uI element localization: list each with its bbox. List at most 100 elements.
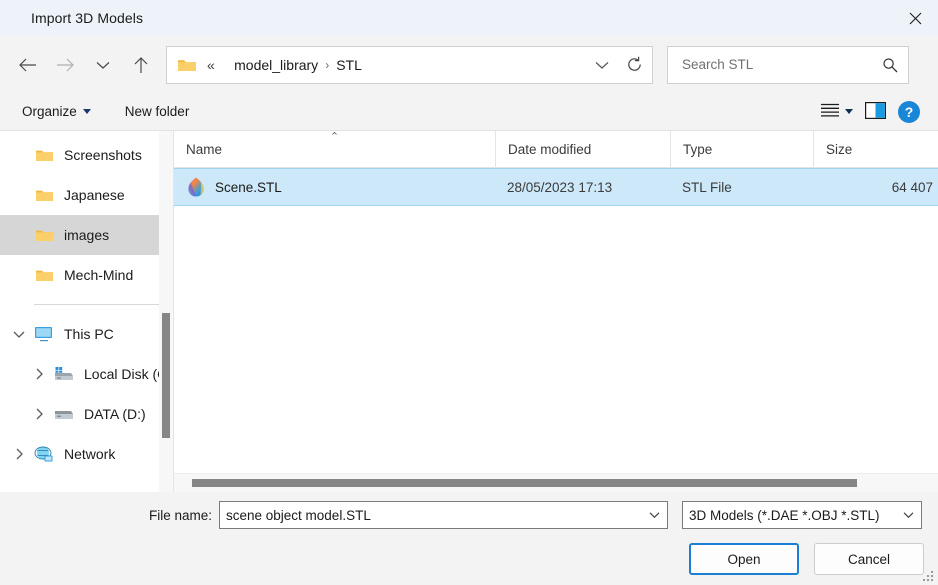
network-icon (32, 446, 56, 463)
sidebar-item-screenshots[interactable]: Screenshots (0, 135, 173, 175)
navigation-tree: Screenshots Japanese images Mech-Mind Th… (0, 131, 173, 474)
search-box[interactable] (667, 45, 909, 84)
sidebar-item-japanese[interactable]: Japanese (0, 175, 173, 215)
file-name-chevron-down-icon[interactable] (641, 502, 667, 528)
file-name-row: File name: 3D Models (*.DAE *.OBJ *.STL) (0, 492, 938, 529)
sidebar-item-label: Japanese (64, 187, 125, 203)
sidebar-item-label: DATA (D:) (84, 406, 146, 422)
dialog-body: Screenshots Japanese images Mech-Mind Th… (0, 131, 938, 492)
folder-icon (177, 57, 197, 73)
sidebar-scrollbar-thumb[interactable] (162, 313, 170, 438)
organize-button[interactable]: Organize (14, 100, 99, 123)
sidebar-divider (34, 304, 161, 305)
dialog-footer: File name: 3D Models (*.DAE *.OBJ *.STL) (0, 492, 938, 585)
file-name-input[interactable] (220, 507, 641, 523)
column-header-type[interactable]: Type (670, 131, 813, 167)
open-button[interactable]: Open (689, 543, 799, 575)
breadcrumb-item-model-library[interactable]: model_library (234, 57, 318, 73)
preview-pane-button[interactable] (859, 98, 892, 126)
search-icon[interactable] (880, 57, 900, 73)
breadcrumb-chevron-down-icon[interactable] (586, 48, 618, 82)
cancel-button[interactable]: Cancel (814, 543, 924, 575)
sidebar-item-label: Network (64, 446, 116, 462)
title-bar: Import 3D Models (0, 0, 938, 36)
list-view-icon (820, 103, 840, 120)
search-input[interactable] (680, 56, 880, 73)
file-list-pane: ⌃ Name Date modified Type Size Scene.STL… (173, 131, 938, 492)
close-icon[interactable] (892, 0, 938, 36)
help-icon: ? (898, 100, 920, 123)
preview-pane-icon (865, 101, 886, 122)
file-list-horizontal-scrollbar[interactable] (174, 473, 938, 492)
forward-icon[interactable] (46, 48, 84, 82)
sidebar-item-label: images (64, 227, 110, 243)
chevron-right-icon[interactable] (26, 368, 52, 380)
file-name-cell: Scene.STL (174, 176, 495, 198)
resize-grip[interactable] (923, 571, 935, 583)
window-title: Import 3D Models (31, 10, 144, 26)
sidebar-item-mech-mind[interactable]: Mech-Mind (0, 255, 173, 295)
sidebar-item-label: Mech-Mind (64, 267, 134, 283)
up-icon[interactable] (122, 48, 160, 82)
column-header-name[interactable]: ⌃ Name (174, 131, 495, 167)
file-type-chevron-down-icon[interactable] (895, 502, 921, 528)
navigation-bar: « model_library › STL (0, 36, 938, 93)
new-folder-label: New folder (124, 104, 190, 119)
drive-icon (52, 407, 76, 421)
breadcrumb[interactable]: « model_library › STL (166, 45, 653, 84)
folder-icon (32, 228, 56, 243)
system-drive-icon (52, 366, 76, 382)
chevron-right-icon[interactable] (6, 448, 32, 460)
file-date-cell: 28/05/2023 17:13 (507, 179, 613, 195)
sidebar-item-label: Screenshots (64, 147, 142, 163)
file-size-cell: 64 407 (891, 179, 933, 195)
folder-icon (32, 148, 56, 163)
breadcrumb-separator-0 (217, 58, 234, 72)
sidebar-item-label: This PC (64, 326, 114, 342)
file-list-rows: Scene.STL 28/05/2023 17:13 STL File 64 4… (174, 168, 938, 492)
sort-ascending-icon: ⌃ (329, 131, 340, 143)
command-bar: Organize New folder ? (0, 93, 938, 131)
file-name-label: Scene.STL (215, 179, 282, 195)
stl-file-icon (186, 176, 206, 198)
file-type-filter-combobox[interactable]: 3D Models (*.DAE *.OBJ *.STL) (682, 501, 922, 529)
file-name-label: File name: (148, 507, 212, 523)
table-row[interactable]: Scene.STL 28/05/2023 17:13 STL File 64 4… (174, 168, 938, 206)
monitor-icon (32, 326, 56, 342)
column-header-size[interactable]: Size (813, 131, 933, 167)
column-header-label: Type (683, 141, 713, 157)
breadcrumb-overflow[interactable]: « (205, 57, 217, 73)
organize-label: Organize (22, 104, 77, 119)
view-options-button[interactable] (814, 98, 859, 126)
sidebar-item-data-d[interactable]: DATA (D:) (0, 394, 173, 434)
sidebar-item-this-pc[interactable]: This PC (0, 314, 173, 354)
sidebar-item-images[interactable]: images (0, 215, 173, 255)
breadcrumb-item-stl[interactable]: STL (336, 57, 362, 73)
import-3d-models-dialog: Import 3D Models « model_library › STL S… (0, 0, 938, 585)
sidebar-item-local-disk-c[interactable]: Local Disk (C:) (0, 354, 173, 394)
chevron-down-icon[interactable] (6, 330, 32, 339)
folder-icon (32, 188, 56, 203)
column-header-label: Size (826, 141, 853, 157)
sidebar-vertical-scrollbar[interactable] (159, 131, 173, 492)
dialog-buttons: Open Cancel (0, 529, 938, 575)
breadcrumb-items: « model_library › STL (205, 57, 586, 73)
column-header-date-modified[interactable]: Date modified (495, 131, 670, 167)
breadcrumb-separator-1: › (325, 57, 330, 72)
folder-icon (32, 268, 56, 283)
file-name-combobox[interactable] (219, 501, 668, 529)
caret-down-icon (82, 109, 91, 114)
file-type-cell: STL File (682, 179, 732, 195)
column-header-label: Name (186, 141, 223, 157)
navigation-tree-pane: Screenshots Japanese images Mech-Mind Th… (0, 131, 173, 492)
new-folder-button[interactable]: New folder (117, 100, 198, 123)
view-caret-down-icon (845, 109, 853, 114)
recent-locations-chevron-down-icon[interactable] (84, 48, 122, 82)
sidebar-item-network[interactable]: Network (0, 434, 173, 474)
chevron-right-icon[interactable] (26, 408, 52, 420)
help-button[interactable]: ? (892, 98, 926, 126)
column-header-label: Date modified (508, 141, 592, 157)
refresh-icon[interactable] (618, 48, 650, 82)
back-icon[interactable] (8, 48, 46, 82)
horizontal-scrollbar-thumb[interactable] (192, 479, 857, 487)
